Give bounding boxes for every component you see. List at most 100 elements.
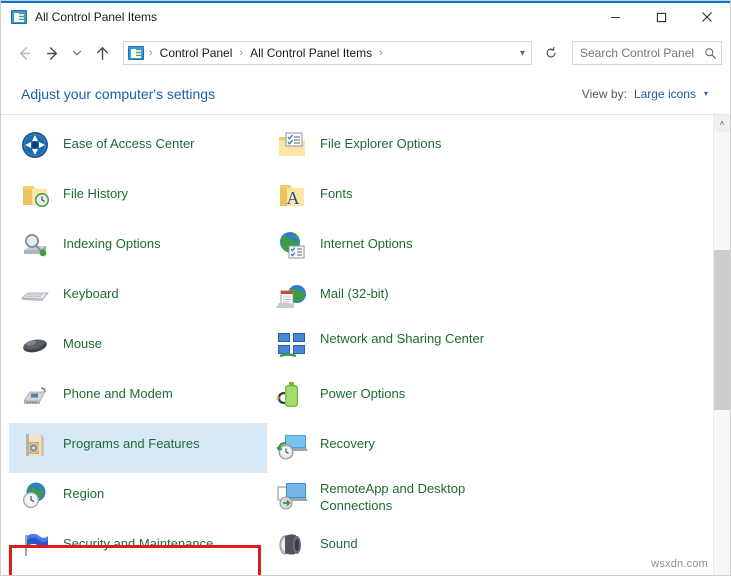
internet-options-icon — [276, 229, 308, 261]
close-icon — [701, 11, 713, 23]
breadcrumb-separator-2[interactable]: › — [378, 47, 384, 59]
item-phone-and-modem[interactable]: Phone and Modem — [9, 373, 267, 423]
item-region[interactable]: Region — [9, 473, 267, 523]
item-label: Mail (32-bit) — [320, 278, 389, 302]
item-label: Phone and Modem — [63, 378, 173, 402]
fonts-icon: A — [276, 179, 308, 211]
phone-modem-icon — [19, 379, 51, 411]
item-label: Power Options — [320, 378, 405, 402]
scroll-up-arrow-icon[interactable]: ˄ — [714, 115, 730, 132]
minimize-button[interactable] — [592, 1, 638, 33]
security-maintenance-icon — [19, 529, 51, 561]
control-panel-icon — [11, 10, 27, 24]
navigation-bar: › Control Panel › All Control Panel Item… — [1, 33, 730, 73]
svg-text:A: A — [287, 188, 300, 208]
item-indexing-options[interactable]: Indexing Options — [9, 223, 267, 273]
chevron-down-icon — [71, 47, 83, 59]
sound-icon — [276, 529, 308, 561]
item-remoteapp-and-desktop-connections[interactable]: RemoteApp and Desktop Connections — [266, 473, 524, 523]
address-bar[interactable]: › Control Panel › All Control Panel Item… — [123, 41, 532, 65]
maximize-button[interactable] — [638, 1, 684, 33]
item-network-and-sharing-center[interactable]: Network and Sharing Center — [266, 323, 524, 373]
breadcrumb-separator-1: › — [238, 47, 244, 59]
item-label: Sound — [320, 528, 358, 552]
item-label: Recovery — [320, 428, 375, 452]
window-title: All Control Panel Items — [35, 10, 157, 24]
remoteapp-icon — [276, 479, 308, 511]
mouse-icon — [19, 329, 51, 361]
items-left-column: Ease of Access Center — [9, 123, 267, 573]
scrollbar-thumb[interactable] — [714, 250, 730, 410]
recovery-icon — [276, 429, 308, 461]
item-label: Fonts — [320, 178, 353, 202]
forward-button[interactable] — [39, 40, 65, 66]
view-by-control[interactable]: View by: Large icons ▾ — [582, 87, 708, 101]
address-dropdown-icon[interactable]: ▾ — [520, 48, 527, 59]
item-power-options[interactable]: Power Options — [266, 373, 524, 423]
recent-locations-button[interactable] — [67, 40, 87, 66]
forward-arrow-icon — [44, 45, 61, 62]
file-history-icon — [19, 179, 51, 211]
search-icon[interactable] — [704, 47, 717, 60]
breadcrumb-item-all-control-panel-items[interactable]: All Control Panel Items — [246, 44, 376, 62]
item-label: Region — [63, 478, 104, 502]
ease-of-access-icon — [19, 129, 51, 161]
item-ease-of-access-center[interactable]: Ease of Access Center — [9, 123, 267, 173]
item-mouse[interactable]: Mouse — [9, 323, 267, 373]
item-label: Keyboard — [63, 278, 119, 302]
item-fonts[interactable]: A Fonts — [266, 173, 524, 223]
search-input[interactable] — [580, 46, 700, 60]
search-box[interactable] — [572, 41, 722, 65]
item-label: Indexing Options — [63, 228, 161, 252]
view-by-label: View by: — [582, 87, 627, 101]
breadcrumb-item-control-panel[interactable]: Control Panel — [156, 44, 237, 62]
content-area: Ease of Access Center — [1, 115, 730, 575]
breadcrumb-separator-0: › — [148, 47, 154, 59]
maximize-icon — [656, 12, 667, 23]
items-right-column: File Explorer Options A Fonts — [266, 123, 524, 573]
refresh-button[interactable] — [538, 41, 564, 65]
item-label: Network and Sharing Center — [320, 328, 484, 347]
item-label: Ease of Access Center — [63, 128, 195, 152]
scrollbar-track[interactable] — [714, 132, 730, 575]
view-by-caret-icon[interactable]: ▾ — [704, 89, 708, 98]
breadcrumb-control-panel-icon — [128, 46, 144, 60]
item-file-history[interactable]: File History — [9, 173, 267, 223]
window-controls — [592, 1, 730, 33]
item-programs-and-features[interactable]: Programs and Features — [9, 423, 267, 473]
up-arrow-icon — [94, 45, 111, 62]
file-explorer-options-icon — [276, 129, 308, 161]
network-sharing-icon — [276, 329, 308, 361]
title-bar-left: All Control Panel Items — [1, 10, 592, 24]
control-panel-window: All Control Panel Items — [0, 0, 731, 576]
item-file-explorer-options[interactable]: File Explorer Options — [266, 123, 524, 173]
up-button[interactable] — [89, 40, 115, 66]
item-label: RemoteApp and Desktop Connections — [320, 478, 510, 514]
control-panel-items-grid: Ease of Access Center — [1, 115, 713, 575]
item-label: Security and Maintenance — [63, 528, 213, 552]
item-sound[interactable]: Sound — [266, 523, 524, 573]
view-by-value[interactable]: Large icons — [634, 87, 696, 101]
item-label: File Explorer Options — [320, 128, 441, 152]
item-keyboard[interactable]: Keyboard — [9, 273, 267, 323]
programs-features-icon — [19, 429, 51, 461]
item-label: File History — [63, 178, 128, 202]
page-header: Adjust your computer's settings View by:… — [1, 73, 730, 115]
power-options-icon — [276, 379, 308, 411]
back-button[interactable] — [11, 40, 37, 66]
item-label: Mouse — [63, 328, 102, 352]
page-title: Adjust your computer's settings — [21, 86, 215, 102]
refresh-icon — [544, 46, 558, 60]
mail-icon — [276, 279, 308, 311]
item-security-and-maintenance[interactable]: Security and Maintenance — [9, 523, 267, 573]
window-accent-line — [1, 1, 730, 3]
back-arrow-icon — [16, 45, 33, 62]
vertical-scrollbar[interactable]: ˄ — [713, 115, 730, 575]
item-recovery[interactable]: Recovery — [266, 423, 524, 473]
item-internet-options[interactable]: Internet Options — [266, 223, 524, 273]
close-button[interactable] — [684, 1, 730, 33]
item-label: Programs and Features — [63, 428, 200, 452]
keyboard-icon — [19, 279, 51, 311]
minimize-icon — [610, 12, 621, 23]
item-mail[interactable]: Mail (32-bit) — [266, 273, 524, 323]
